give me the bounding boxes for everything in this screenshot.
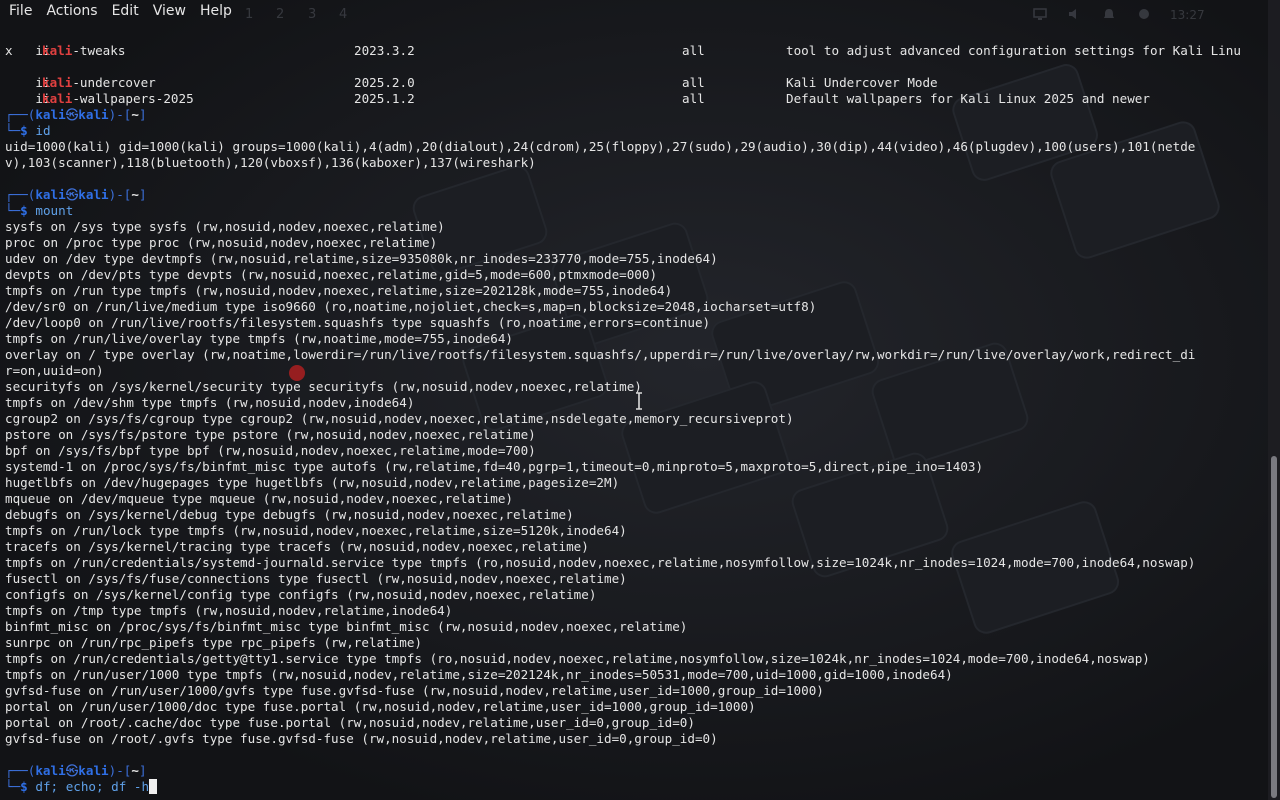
output-line: bpf on /sys/fs/bpf type bpf (rw,nosuid,n…	[5, 443, 536, 458]
package-name-rest: -tweaks	[72, 43, 126, 58]
command-input-line[interactable]: └─$ df; echo; df -h	[5, 779, 158, 795]
package-row: ii kali-undercover 2025.2.0 all Kali Underco…	[5, 59, 1265, 90]
output-line: tmpfs on /tmp type tmpfs (rw,nosuid,node…	[5, 603, 453, 618]
package-arch: all	[682, 43, 705, 58]
wrapped-line: x	[5, 43, 13, 58]
prompt-symbol: $	[20, 123, 28, 138]
output-line: hugetlbfs on /dev/hugepages type hugetlb…	[5, 475, 620, 490]
prompt-header: ┌──(kali㉿kali)-[~]	[5, 187, 147, 202]
package-row: ii kali-tweaks 2023.3.2 all tool to adjust a…	[5, 27, 1265, 58]
menu-edit[interactable]: Edit	[103, 0, 144, 22]
prompt-host: kali	[78, 187, 109, 202]
package-version: 2025.1.2	[354, 91, 415, 106]
output-line: v),103(scanner),118(bluetooth),120(vboxs…	[5, 155, 536, 170]
menu-view[interactable]: View	[144, 0, 191, 22]
package-row: ii kali-wallpapers-2025 2025.1.2 all Default…	[5, 75, 1265, 106]
prompt-user: kali	[35, 107, 66, 122]
output-line: tmpfs on /run/lock type tmpfs (rw,nosuid…	[5, 523, 627, 538]
package-arch: all	[682, 91, 705, 106]
output-line: fusectl on /sys/fs/fuse/connections type…	[5, 571, 627, 586]
output-line: gvfsd-fuse on /root/.gvfs type fuse.gvfs…	[5, 731, 718, 746]
output-line: pstore on /sys/fs/pstore type pstore (rw…	[5, 427, 536, 442]
command-text: mount	[35, 203, 74, 218]
menu-bar: File Actions Edit View Help	[0, 0, 1280, 22]
output-line: mqueue on /dev/mqueue type mqueue (rw,no…	[5, 491, 513, 506]
output-line: tmpfs on /run type tmpfs (rw,nosuid,node…	[5, 283, 673, 298]
output-line: /dev/loop0 on /run/live/rootfs/filesyste…	[5, 315, 711, 330]
package-description: Default wallpapers for Kali Linux 2025 a…	[786, 91, 1150, 106]
output-line: uid=1000(kali) gid=1000(kali) groups=100…	[5, 139, 1196, 154]
prompt-symbol: $	[20, 203, 28, 218]
output-line: tmpfs on /run/credentials/systemd-journa…	[5, 555, 1196, 570]
package-name: kali-tweaks	[42, 43, 125, 59]
prompt-host: kali	[78, 763, 109, 778]
command-text: id	[35, 123, 51, 138]
output-line: tmpfs on /run/live/overlay type tmpfs (r…	[5, 331, 513, 346]
prompt-at-symbol: ㉿	[65, 187, 79, 202]
command-input[interactable]: df; echo; df -h	[35, 779, 149, 794]
output-line: tmpfs on /dev/shm type tmpfs (rw,nosuid,…	[5, 395, 415, 410]
output-line: devpts on /dev/pts type devpts (rw,nosui…	[5, 267, 658, 282]
output-line: overlay on / type overlay (rw,noatime,lo…	[5, 347, 1196, 362]
menu-help[interactable]: Help	[191, 0, 237, 22]
text-cursor	[149, 779, 158, 794]
output-line: proc on /proc type proc (rw,nosuid,nodev…	[5, 235, 438, 250]
output-line: securityfs on /sys/kernel/security type …	[5, 379, 642, 394]
scrollbar-thumb[interactable]	[1271, 456, 1277, 798]
prompt-header: ┌──(kali㉿kali)-[~]	[5, 763, 147, 778]
text-cursor-ibeam-icon	[636, 392, 642, 410]
scrollbar[interactable]	[1268, 0, 1280, 800]
output-line: tmpfs on /run/credentials/getty@tty1.ser…	[5, 651, 1150, 666]
prompt-at-symbol: ㉿	[65, 107, 79, 122]
menu-file[interactable]: File	[0, 0, 37, 22]
package-name-highlight: kali	[42, 91, 73, 106]
prompt-user: kali	[35, 763, 66, 778]
output-line: r=on,uuid=on)	[5, 363, 104, 378]
package-name: kali-wallpapers-2025	[42, 91, 194, 107]
output-line: debugfs on /sys/kernel/debug type debugf…	[5, 507, 574, 522]
output-line: binfmt_misc on /proc/sys/fs/binfmt_misc …	[5, 619, 688, 634]
output-line: gvfsd-fuse on /run/user/1000/gvfs type f…	[5, 683, 824, 698]
output-line: sunrpc on /run/rpc_pipefs type rpc_pipef…	[5, 635, 423, 650]
command-line: └─$ mount	[5, 203, 74, 218]
command-line: └─$ id	[5, 123, 51, 138]
prompt-dir: ~	[131, 187, 139, 202]
output-line: systemd-1 on /proc/sys/fs/binfmt_misc ty…	[5, 459, 984, 474]
package-description: tool to adjust advanced configuration se…	[786, 43, 1241, 58]
prompt-symbol: $	[20, 779, 28, 794]
output-line: sysfs on /sys type sysfs (rw,nosuid,node…	[5, 219, 445, 234]
package-name-rest: -wallpapers-2025	[72, 91, 194, 106]
output-line: cgroup2 on /sys/fs/cgroup type cgroup2 (…	[5, 411, 794, 426]
menu-actions[interactable]: Actions	[37, 0, 102, 22]
prompt-dir: ~	[131, 107, 139, 122]
output-line: configfs on /sys/kernel/config type conf…	[5, 587, 597, 602]
output-line: udev on /dev type devtmpfs (rw,nosuid,re…	[5, 251, 718, 266]
prompt-host: kali	[78, 107, 109, 122]
output-line: portal on /run/user/1000/doc type fuse.p…	[5, 699, 756, 714]
output-line: portal on /root/.cache/doc type fuse.por…	[5, 715, 695, 730]
package-name-highlight: kali	[42, 43, 73, 58]
output-line: tracefs on /sys/kernel/tracing type trac…	[5, 539, 589, 554]
prompt-at-symbol: ㉿	[65, 763, 79, 778]
package-version: 2023.3.2	[354, 43, 415, 58]
prompt-user: kali	[35, 187, 66, 202]
output-line: tmpfs on /run/user/1000 type tmpfs (rw,n…	[5, 667, 953, 682]
output-line: /dev/sr0 on /run/live/medium type iso966…	[5, 299, 817, 314]
prompt-dir: ~	[131, 763, 139, 778]
prompt-header: ┌──(kali㉿kali)-[~]	[5, 107, 147, 122]
